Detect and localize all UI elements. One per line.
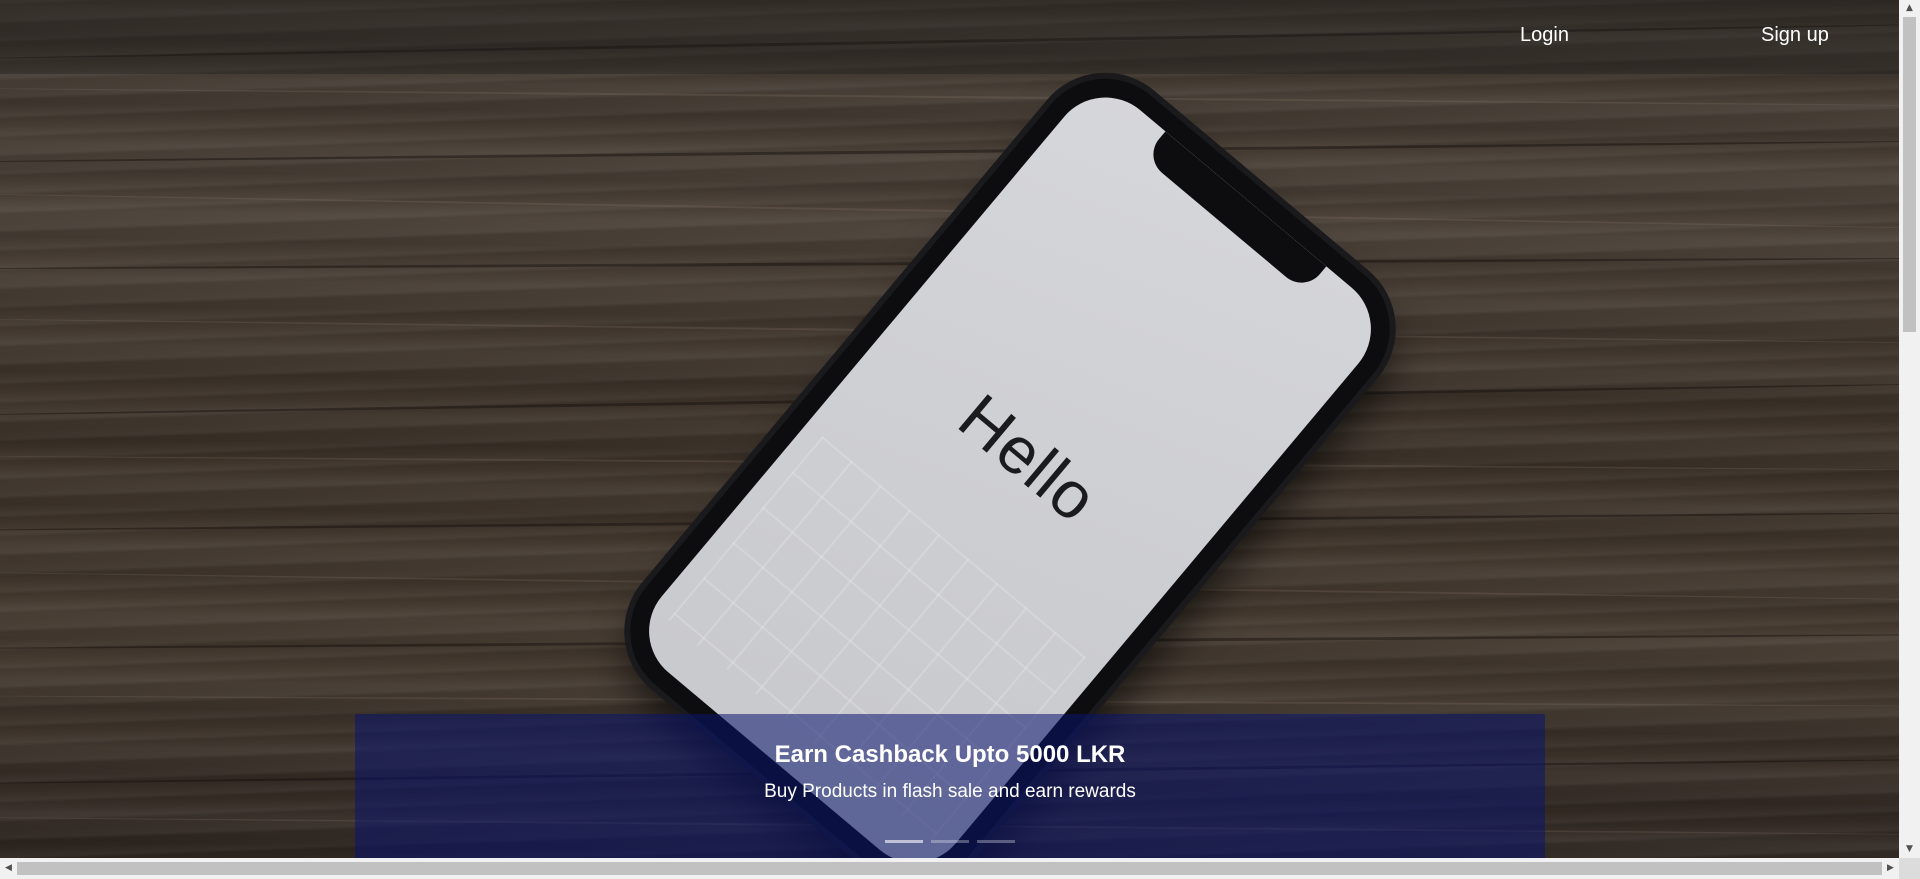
vertical-scrollbar[interactable]: ▲ ▼	[1899, 0, 1920, 858]
scroll-down-icon[interactable]: ▼	[1899, 841, 1920, 858]
phone-notch	[1143, 131, 1327, 293]
signup-link[interactable]: Sign up	[1761, 24, 1829, 47]
vertical-scroll-thumb[interactable]	[1903, 17, 1916, 332]
hero-carousel: Hello Earn Cashback Upto 5000 LKR Buy Pr…	[0, 0, 1899, 858]
top-navbar: Login Sign up	[0, 0, 1899, 74]
page: Hello Earn Cashback Upto 5000 LKR Buy Pr…	[0, 0, 1920, 879]
wood-grain	[0, 87, 1899, 107]
caption-subtitle: Buy Products in flash sale and earn rewa…	[764, 781, 1136, 802]
scroll-up-icon[interactable]: ▲	[1899, 0, 1920, 17]
scroll-left-icon[interactable]: ◀	[0, 858, 17, 879]
carousel-indicator-1[interactable]	[885, 840, 923, 843]
horizontal-scroll-thumb[interactable]	[17, 862, 1882, 875]
login-link[interactable]: Login	[1520, 24, 1569, 47]
carousel-indicators	[355, 840, 1545, 846]
carousel-indicator-2[interactable]	[931, 840, 969, 843]
caption-title: Earn Cashback Upto 5000 LKR	[774, 741, 1126, 768]
wood-grain	[0, 139, 1899, 164]
horizontal-scrollbar[interactable]: ◀ ▶	[0, 858, 1920, 879]
carousel-caption: Earn Cashback Upto 5000 LKR Buy Products…	[355, 714, 1545, 858]
carousel-indicator-3[interactable]	[977, 840, 1015, 843]
scrollbar-corner	[1899, 858, 1920, 879]
scroll-right-icon[interactable]: ▶	[1882, 858, 1899, 879]
